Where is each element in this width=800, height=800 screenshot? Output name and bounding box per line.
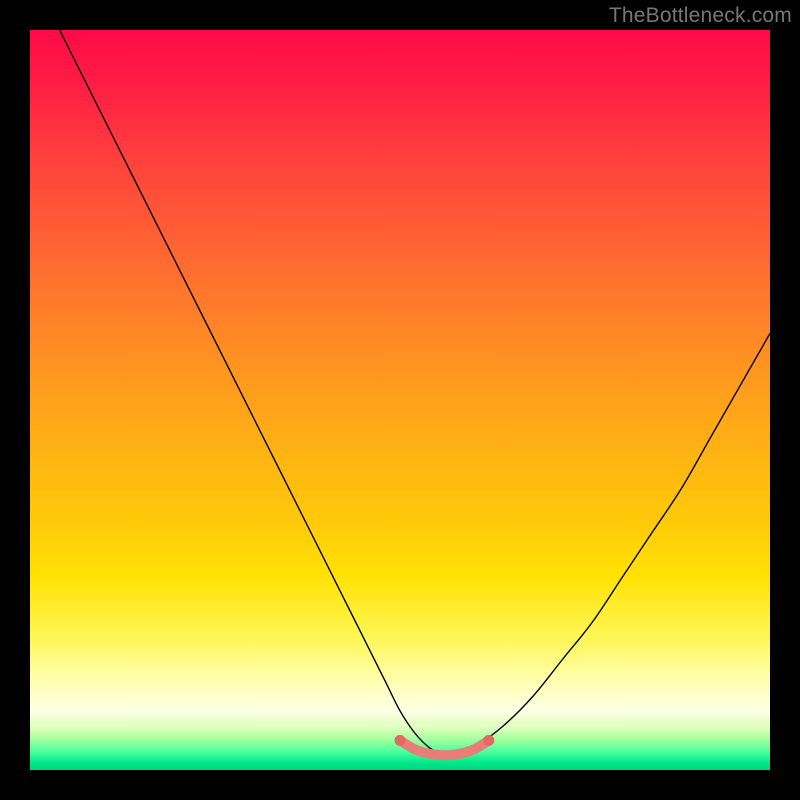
floor-marker-dot-0 [395, 735, 406, 746]
floor-marker-dot-1 [483, 735, 494, 746]
series-bottleneck-curve [60, 30, 770, 756]
chart-svg [30, 30, 770, 770]
chart-frame: TheBottleneck.com [0, 0, 800, 800]
curve-layer [60, 30, 770, 756]
floor-marker-layer [395, 735, 495, 755]
series-optimal-floor-marker [400, 740, 489, 755]
chart-plot-area [30, 30, 770, 770]
watermark-text: TheBottleneck.com [609, 4, 792, 28]
